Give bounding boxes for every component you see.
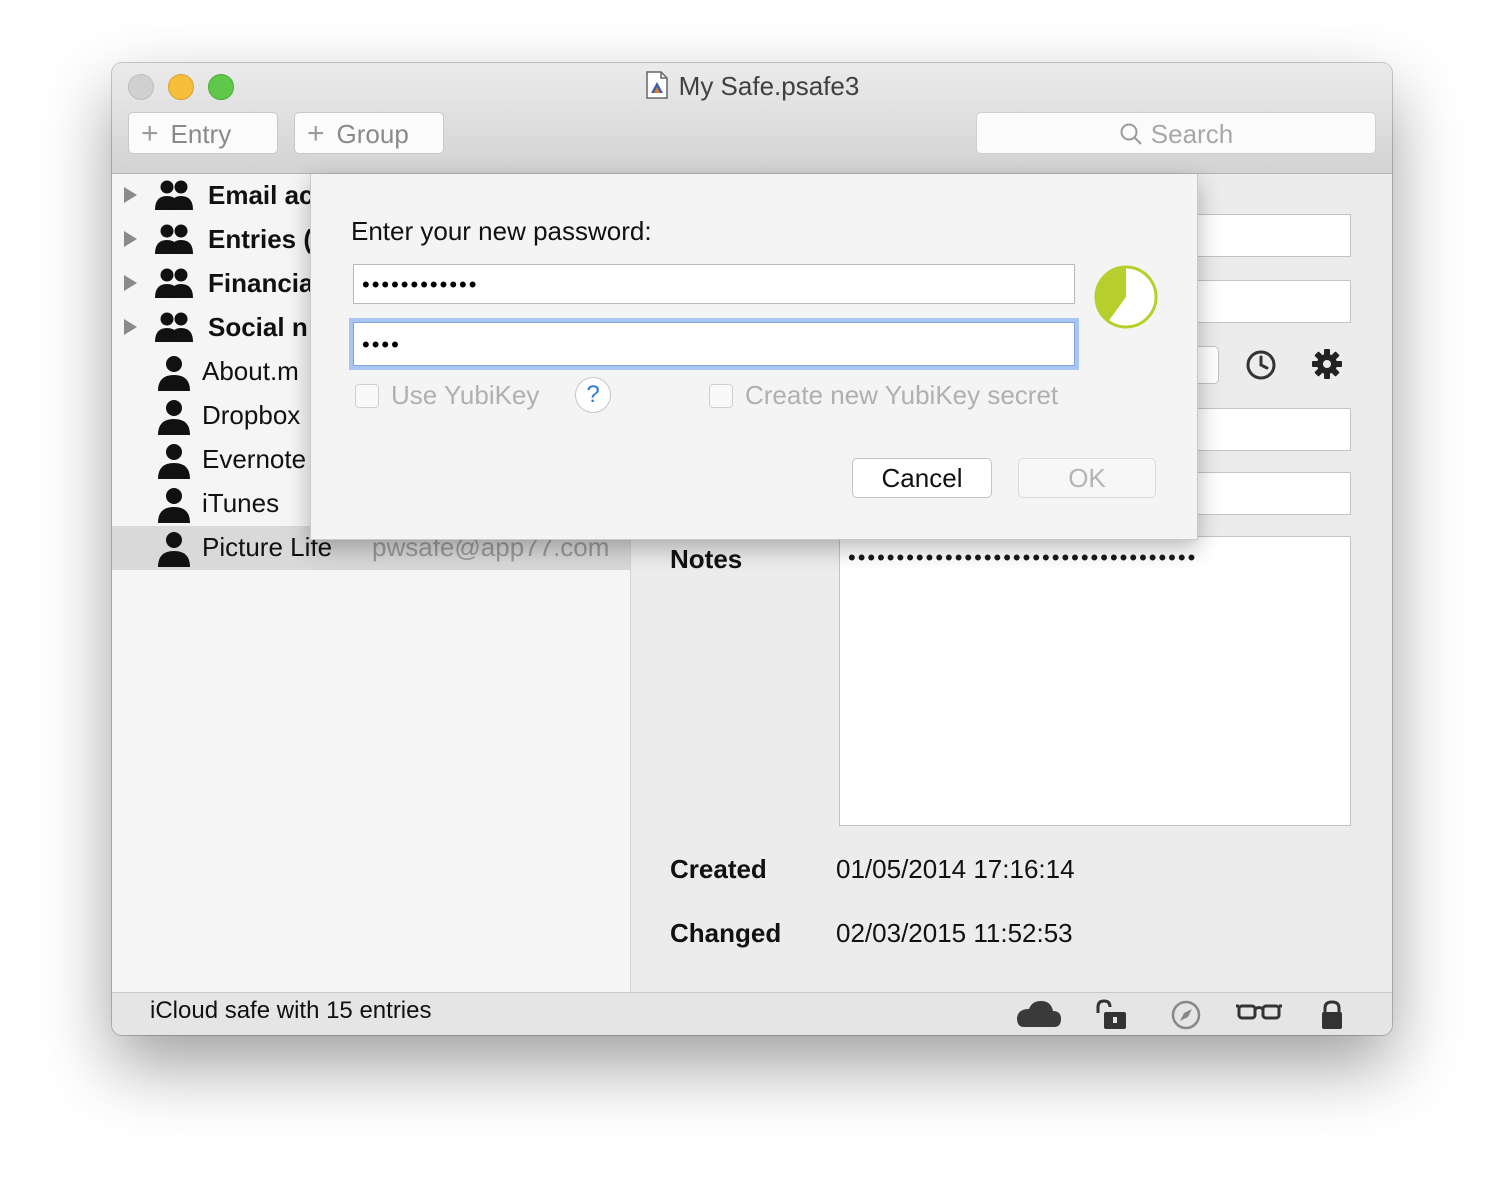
changed-value: 02/03/2015 11:52:53 <box>836 918 1073 948</box>
status-bar: iCloud safe with 15 entries <box>112 992 1392 1035</box>
cloud-icon[interactable] <box>1014 997 1062 1029</box>
help-button[interactable]: ? <box>575 377 611 413</box>
cancel-button[interactable]: Cancel <box>852 458 992 498</box>
lock-icon[interactable] <box>1320 999 1344 1031</box>
entry-label: About.m <box>202 356 299 386</box>
use-yubikey-checkbox[interactable] <box>355 384 379 408</box>
disclosure-triangle-icon[interactable] <box>124 319 137 335</box>
entry-label: Evernote <box>202 444 307 474</box>
search-field[interactable]: Search <box>976 112 1376 154</box>
disclosure-triangle-icon[interactable] <box>124 231 137 247</box>
add-group-label: Group <box>336 119 409 149</box>
plus-icon: + <box>141 117 159 150</box>
new-yubikey-secret-label: Create new YubiKey secret <box>745 380 1059 410</box>
new-yubikey-secret-checkbox[interactable] <box>709 384 733 408</box>
ok-button[interactable]: OK <box>1018 458 1156 498</box>
search-placeholder: Search <box>1150 119 1234 149</box>
group-icon <box>155 312 193 342</box>
use-yubikey-label: Use YubiKey <box>391 380 540 410</box>
person-icon <box>158 444 190 479</box>
group-label: Entries ( <box>208 224 313 254</box>
unlock-icon[interactable] <box>1094 999 1130 1031</box>
notes-field[interactable]: •••••••••••••••••••••••••••••••••••• <box>839 536 1351 826</box>
group-label: Financia <box>208 268 314 298</box>
person-icon <box>158 356 190 391</box>
disclosure-triangle-icon[interactable] <box>124 275 137 291</box>
glasses-icon[interactable] <box>1236 1001 1282 1025</box>
group-label: Social n <box>208 312 308 342</box>
status-text: iCloud safe with 15 entries <box>150 997 432 1024</box>
history-clock-icon[interactable] <box>1244 348 1278 382</box>
person-icon <box>158 488 190 523</box>
password-strength-meter <box>1094 265 1158 329</box>
add-entry-label: Entry <box>170 119 232 149</box>
disclosure-triangle-icon[interactable] <box>124 187 137 203</box>
group-icon <box>155 180 193 210</box>
created-value: 01/05/2014 17:16:14 <box>836 854 1075 884</box>
dialog-prompt: Enter your new password: <box>351 216 652 246</box>
changed-label: Changed <box>670 918 782 948</box>
gear-icon[interactable] <box>1311 348 1343 380</box>
add-group-button[interactable]: + Group <box>294 112 444 154</box>
new-password-input[interactable]: •••••••••••• <box>353 264 1075 304</box>
entry-label: Dropbox <box>202 400 301 430</box>
search-icon <box>1120 123 1142 145</box>
window-title: My Safe.psafe3 <box>112 71 1392 102</box>
person-icon <box>158 400 190 435</box>
compass-icon[interactable] <box>1170 999 1202 1031</box>
add-entry-button[interactable]: + Entry <box>128 112 278 154</box>
confirm-password-input[interactable]: •••• <box>353 322 1075 366</box>
plus-icon: + <box>307 117 325 150</box>
app-window: My Safe.psafe3 + Entry + Group Search Emai… <box>112 63 1392 1035</box>
title-bar: My Safe.psafe3 + Entry + Group Search <box>112 63 1392 174</box>
document-icon <box>645 71 668 99</box>
group-icon <box>155 268 193 298</box>
group-label: Email ac <box>208 180 314 210</box>
group-icon <box>155 224 193 254</box>
new-password-dialog: Enter your new password: •••••••••••• ••… <box>310 174 1198 540</box>
entry-label: iTunes <box>202 488 280 518</box>
person-icon <box>158 532 190 567</box>
notes-label: Notes <box>670 544 743 574</box>
created-label: Created <box>670 854 767 884</box>
window-title-text: My Safe.psafe3 <box>678 71 860 101</box>
notes-value: •••••••••••••••••••••••••••••••••••• <box>848 545 1198 570</box>
